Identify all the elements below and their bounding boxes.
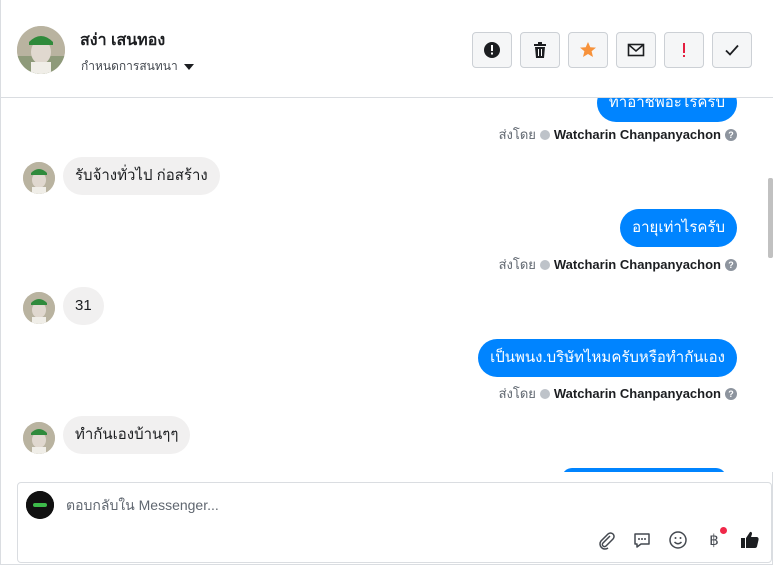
sent-by-line: ส่งโดย Watcharin Chanpanyachon ? xyxy=(499,124,737,145)
contact-avatar[interactable] xyxy=(17,26,65,74)
sender-name: Watcharin Chanpanyachon xyxy=(553,257,721,272)
sent-by-prefix: ส่งโดย xyxy=(498,127,536,142)
page-icon xyxy=(539,129,550,140)
chevron-down-icon xyxy=(183,63,194,70)
assign-conversation-dropdown[interactable]: กำหนดการสนทนา xyxy=(81,57,194,76)
outgoing-message: ทำอาชีพอะไรครับ xyxy=(596,98,737,122)
delete-button[interactable] xyxy=(520,32,560,68)
saved-replies-button[interactable] xyxy=(631,529,653,551)
reply-input[interactable] xyxy=(66,497,626,513)
svg-text:฿: ฿ xyxy=(709,531,719,549)
contact-avatar-small xyxy=(23,162,55,194)
help-icon[interactable]: ? xyxy=(725,387,737,400)
sender-name: Watcharin Chanpanyachon xyxy=(553,386,721,401)
paperclip-icon xyxy=(599,532,615,550)
mark-unread-button[interactable] xyxy=(616,32,656,68)
sent-by-prefix: ส่งโดย xyxy=(498,257,536,272)
incoming-message: รับจ้างทั่วไป ก่อสร้าง xyxy=(63,157,220,195)
check-icon xyxy=(725,44,739,56)
contact-avatar-small xyxy=(23,422,55,454)
emoji-button[interactable] xyxy=(667,529,689,551)
conversation-toolbar xyxy=(472,32,752,68)
smiley-icon xyxy=(669,531,687,549)
message-thread[interactable]: ทำอาชีพอะไรครับ ส่งโดย Watcharin Chanpan… xyxy=(1,98,767,472)
help-icon[interactable]: ? xyxy=(725,258,737,271)
thread-scrollbar[interactable] xyxy=(767,98,773,472)
composer-toolbar: ฿ xyxy=(595,527,761,551)
notification-dot xyxy=(720,527,727,534)
page-icon xyxy=(539,388,550,399)
mark-done-button[interactable] xyxy=(712,32,752,68)
help-icon[interactable]: ? xyxy=(725,128,737,141)
like-button[interactable] xyxy=(739,529,761,551)
star-button[interactable] xyxy=(568,32,608,68)
contact-name[interactable]: สง่า เสนทอง xyxy=(80,28,165,53)
contact-avatar-small xyxy=(23,292,55,324)
outgoing-message: เป็นพนง.บริษัทไหมครับหรือทำกันเอง xyxy=(478,339,737,377)
outgoing-message: อายุเท่าไรครับ xyxy=(620,209,737,247)
page-icon xyxy=(539,259,550,270)
sent-by-line: ส่งโดย Watcharin Chanpanyachon ? xyxy=(499,254,737,275)
sent-by-prefix: ส่งโดย xyxy=(498,386,536,401)
page-avatar xyxy=(26,491,54,519)
envelope-icon xyxy=(627,43,645,57)
attach-button[interactable] xyxy=(595,529,617,551)
mark-spam-button[interactable] xyxy=(472,32,512,68)
alert-circle-icon xyxy=(484,42,500,58)
outgoing-message-partial xyxy=(562,468,726,472)
sender-name: Watcharin Chanpanyachon xyxy=(553,127,721,142)
payment-button[interactable]: ฿ xyxy=(703,527,727,551)
exclamation-icon xyxy=(683,43,685,57)
conversation-header: สง่า เสนทอง กำหนดการสนทนา xyxy=(1,0,773,98)
sent-by-line: ส่งโดย Watcharin Chanpanyachon ? xyxy=(499,383,737,404)
incoming-message: ทำกันเองบ้านๆๆ xyxy=(63,416,191,454)
follow-up-button[interactable] xyxy=(664,32,704,68)
trash-icon xyxy=(534,42,546,58)
assign-label: กำหนดการสนทนา xyxy=(81,59,178,73)
chat-bubble-icon xyxy=(634,533,650,548)
messenger-panel: สง่า เสนทอง กำหนดการสนทนา ทำอาชีพอะไรครั… xyxy=(0,0,773,565)
reply-composer: ฿ xyxy=(17,482,772,563)
star-icon xyxy=(580,42,596,57)
incoming-message: 31 xyxy=(63,287,104,325)
scroll-thumb[interactable] xyxy=(768,178,773,258)
thumbs-up-icon xyxy=(741,531,759,548)
